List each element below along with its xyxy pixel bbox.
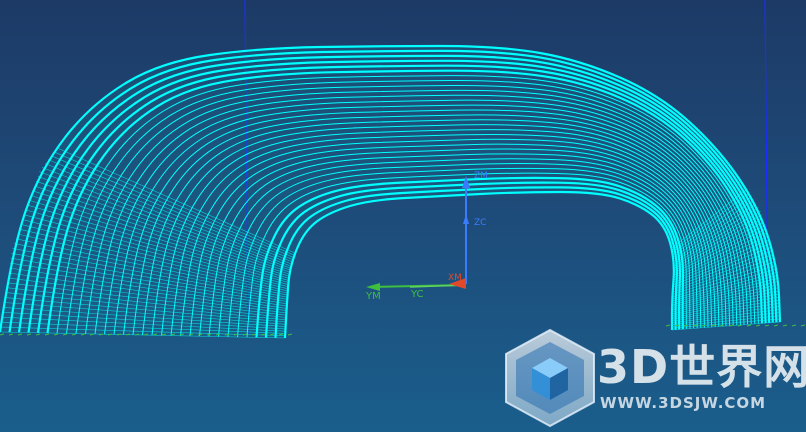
watermark-title: 3D世界网 — [597, 340, 806, 394]
ground-tick — [665, 324, 671, 327]
cube-hexagon-icon — [505, 328, 595, 428]
zm-axis-label: ZM — [474, 171, 488, 181]
ground-tick — [17, 333, 23, 336]
graphics-viewport[interactable]: ZM ZC XM YM YC 3D世界网 WWW.3DSJW.COM — [0, 0, 806, 432]
ground-tick — [53, 333, 59, 336]
toolpath-contour — [283, 190, 675, 339]
ground-tick — [44, 333, 50, 336]
ground-tick — [26, 333, 32, 336]
z-axis-arrow-mid — [463, 214, 469, 224]
xm-axis-label: XM — [448, 273, 462, 283]
ground-tick — [35, 333, 41, 336]
toolpath-arch[interactable] — [0, 44, 782, 339]
ym-axis-label: YM — [366, 291, 381, 302]
ground-tick — [773, 324, 779, 327]
yc-axis-label: YC — [411, 289, 424, 300]
ground-tick — [0, 333, 5, 336]
ground-tick — [8, 333, 14, 336]
ground-tick — [755, 324, 761, 327]
ground-tick — [71, 333, 77, 336]
ground-tick — [62, 333, 68, 336]
ground-tick — [800, 324, 806, 327]
watermark-url: WWW.3DSJW.COM — [600, 394, 767, 412]
ground-tick — [764, 324, 770, 327]
zc-axis-label: ZC — [474, 218, 487, 228]
ground-tick — [782, 324, 788, 327]
ground-tick — [746, 324, 752, 327]
y-axis-arrow — [366, 283, 380, 291]
watermark: 3D世界网 WWW.3DSJW.COM — [502, 328, 806, 428]
ground-tick — [791, 324, 797, 327]
ground-tick — [80, 333, 86, 336]
ground-tick — [287, 333, 293, 336]
